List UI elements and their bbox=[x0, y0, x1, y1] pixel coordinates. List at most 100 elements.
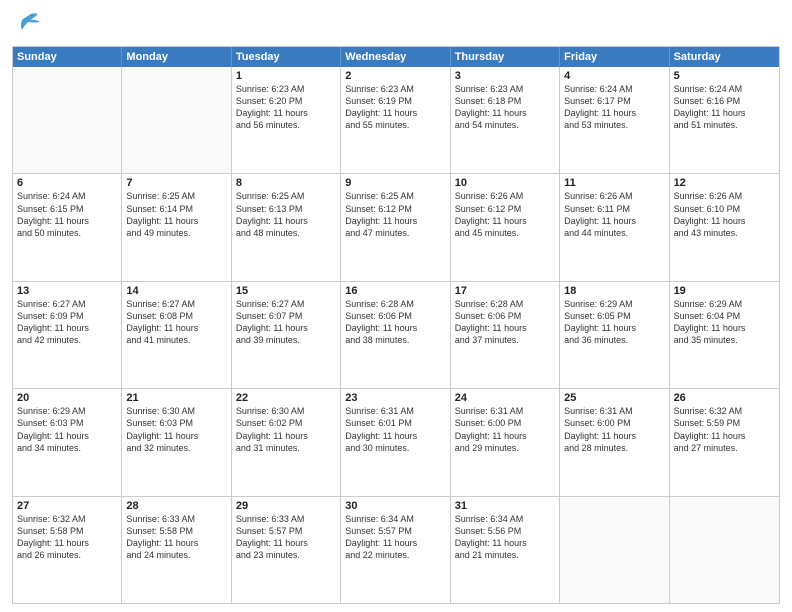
day-number: 31 bbox=[455, 500, 555, 512]
cell-info-line: Sunset: 6:12 PM bbox=[345, 203, 445, 215]
day-number: 12 bbox=[674, 177, 775, 189]
cell-info-line: Sunset: 5:58 PM bbox=[17, 525, 117, 537]
day-number: 14 bbox=[126, 285, 226, 297]
cell-info-line: Sunrise: 6:24 AM bbox=[17, 190, 117, 202]
cell-info-line: Sunrise: 6:25 AM bbox=[345, 190, 445, 202]
cell-info-line: Sunrise: 6:25 AM bbox=[236, 190, 336, 202]
day-number: 13 bbox=[17, 285, 117, 297]
cell-info-line: Daylight: 11 hours bbox=[674, 430, 775, 442]
weekday-header: Thursday bbox=[451, 47, 560, 67]
calendar-cell: 25Sunrise: 6:31 AMSunset: 6:00 PMDayligh… bbox=[560, 389, 669, 495]
cell-info-line: Sunrise: 6:23 AM bbox=[236, 83, 336, 95]
day-number: 10 bbox=[455, 177, 555, 189]
cell-info-line: Daylight: 11 hours bbox=[345, 107, 445, 119]
cell-info-line: Daylight: 11 hours bbox=[455, 322, 555, 334]
day-number: 15 bbox=[236, 285, 336, 297]
weekday-header: Monday bbox=[122, 47, 231, 67]
cell-info-line: Daylight: 11 hours bbox=[455, 430, 555, 442]
cell-info-line: Sunrise: 6:24 AM bbox=[674, 83, 775, 95]
cell-info-line: Daylight: 11 hours bbox=[126, 430, 226, 442]
cell-info-line: and 29 minutes. bbox=[455, 442, 555, 454]
logo-bird-icon bbox=[14, 10, 42, 38]
cell-info-line: Sunrise: 6:29 AM bbox=[17, 405, 117, 417]
weekday-header: Sunday bbox=[13, 47, 122, 67]
cell-info-line: and 56 minutes. bbox=[236, 119, 336, 131]
cell-info-line: Sunset: 6:20 PM bbox=[236, 95, 336, 107]
weekday-header: Friday bbox=[560, 47, 669, 67]
calendar-cell: 23Sunrise: 6:31 AMSunset: 6:01 PMDayligh… bbox=[341, 389, 450, 495]
calendar-cell: 8Sunrise: 6:25 AMSunset: 6:13 PMDaylight… bbox=[232, 174, 341, 280]
cell-info-line: Sunrise: 6:23 AM bbox=[455, 83, 555, 95]
cell-info-line: and 44 minutes. bbox=[564, 227, 664, 239]
calendar-cell: 29Sunrise: 6:33 AMSunset: 5:57 PMDayligh… bbox=[232, 497, 341, 603]
cell-info-line: Daylight: 11 hours bbox=[345, 215, 445, 227]
calendar-cell: 11Sunrise: 6:26 AMSunset: 6:11 PMDayligh… bbox=[560, 174, 669, 280]
cell-info-line: Sunset: 6:03 PM bbox=[17, 417, 117, 429]
cell-info-line: and 26 minutes. bbox=[17, 549, 117, 561]
calendar-cell: 20Sunrise: 6:29 AMSunset: 6:03 PMDayligh… bbox=[13, 389, 122, 495]
cell-info-line: Daylight: 11 hours bbox=[17, 537, 117, 549]
cell-info-line: Sunset: 6:02 PM bbox=[236, 417, 336, 429]
cell-info-line: Daylight: 11 hours bbox=[236, 430, 336, 442]
day-number: 23 bbox=[345, 392, 445, 404]
cell-info-line: Sunset: 6:16 PM bbox=[674, 95, 775, 107]
day-number: 26 bbox=[674, 392, 775, 404]
calendar-cell: 9Sunrise: 6:25 AMSunset: 6:12 PMDaylight… bbox=[341, 174, 450, 280]
cell-info-line: and 45 minutes. bbox=[455, 227, 555, 239]
calendar-cell: 7Sunrise: 6:25 AMSunset: 6:14 PMDaylight… bbox=[122, 174, 231, 280]
day-number: 7 bbox=[126, 177, 226, 189]
cell-info-line: Sunrise: 6:31 AM bbox=[564, 405, 664, 417]
cell-info-line: Sunset: 6:15 PM bbox=[17, 203, 117, 215]
calendar-row: 1Sunrise: 6:23 AMSunset: 6:20 PMDaylight… bbox=[13, 67, 779, 173]
calendar-cell: 18Sunrise: 6:29 AMSunset: 6:05 PMDayligh… bbox=[560, 282, 669, 388]
day-number: 16 bbox=[345, 285, 445, 297]
calendar-row: 13Sunrise: 6:27 AMSunset: 6:09 PMDayligh… bbox=[13, 281, 779, 388]
cell-info-line: Sunset: 6:00 PM bbox=[455, 417, 555, 429]
calendar-cell: 4Sunrise: 6:24 AMSunset: 6:17 PMDaylight… bbox=[560, 67, 669, 173]
cell-info-line: Sunset: 6:18 PM bbox=[455, 95, 555, 107]
calendar-cell: 14Sunrise: 6:27 AMSunset: 6:08 PMDayligh… bbox=[122, 282, 231, 388]
calendar: SundayMondayTuesdayWednesdayThursdayFrid… bbox=[12, 46, 780, 604]
calendar-cell bbox=[122, 67, 231, 173]
cell-info-line: Daylight: 11 hours bbox=[236, 215, 336, 227]
calendar-cell: 1Sunrise: 6:23 AMSunset: 6:20 PMDaylight… bbox=[232, 67, 341, 173]
page-container: SundayMondayTuesdayWednesdayThursdayFrid… bbox=[0, 0, 792, 612]
cell-info-line: Sunrise: 6:23 AM bbox=[345, 83, 445, 95]
cell-info-line: and 55 minutes. bbox=[345, 119, 445, 131]
calendar-cell: 16Sunrise: 6:28 AMSunset: 6:06 PMDayligh… bbox=[341, 282, 450, 388]
cell-info-line: Daylight: 11 hours bbox=[674, 322, 775, 334]
cell-info-line: Sunrise: 6:34 AM bbox=[345, 513, 445, 525]
day-number: 29 bbox=[236, 500, 336, 512]
cell-info-line: Daylight: 11 hours bbox=[236, 322, 336, 334]
cell-info-line: Sunset: 6:03 PM bbox=[126, 417, 226, 429]
calendar-cell bbox=[560, 497, 669, 603]
cell-info-line: Sunrise: 6:25 AM bbox=[126, 190, 226, 202]
cell-info-line: Daylight: 11 hours bbox=[345, 322, 445, 334]
cell-info-line: Daylight: 11 hours bbox=[236, 107, 336, 119]
cell-info-line: Sunset: 6:13 PM bbox=[236, 203, 336, 215]
day-number: 3 bbox=[455, 70, 555, 82]
cell-info-line: and 39 minutes. bbox=[236, 334, 336, 346]
cell-info-line: and 21 minutes. bbox=[455, 549, 555, 561]
cell-info-line: Sunrise: 6:31 AM bbox=[455, 405, 555, 417]
day-number: 2 bbox=[345, 70, 445, 82]
calendar-cell: 24Sunrise: 6:31 AMSunset: 6:00 PMDayligh… bbox=[451, 389, 560, 495]
cell-info-line: Daylight: 11 hours bbox=[455, 215, 555, 227]
cell-info-line: Sunrise: 6:28 AM bbox=[345, 298, 445, 310]
cell-info-line: and 54 minutes. bbox=[455, 119, 555, 131]
day-number: 6 bbox=[17, 177, 117, 189]
cell-info-line: Sunset: 5:58 PM bbox=[126, 525, 226, 537]
calendar-cell: 13Sunrise: 6:27 AMSunset: 6:09 PMDayligh… bbox=[13, 282, 122, 388]
day-number: 27 bbox=[17, 500, 117, 512]
cell-info-line: Sunset: 6:06 PM bbox=[455, 310, 555, 322]
cell-info-line: and 49 minutes. bbox=[126, 227, 226, 239]
cell-info-line: and 47 minutes. bbox=[345, 227, 445, 239]
day-number: 4 bbox=[564, 70, 664, 82]
cell-info-line: Sunrise: 6:30 AM bbox=[126, 405, 226, 417]
cell-info-line: Daylight: 11 hours bbox=[17, 215, 117, 227]
cell-info-line: Daylight: 11 hours bbox=[345, 430, 445, 442]
calendar-cell: 19Sunrise: 6:29 AMSunset: 6:04 PMDayligh… bbox=[670, 282, 779, 388]
day-number: 28 bbox=[126, 500, 226, 512]
cell-info-line: and 37 minutes. bbox=[455, 334, 555, 346]
calendar-cell: 3Sunrise: 6:23 AMSunset: 6:18 PMDaylight… bbox=[451, 67, 560, 173]
